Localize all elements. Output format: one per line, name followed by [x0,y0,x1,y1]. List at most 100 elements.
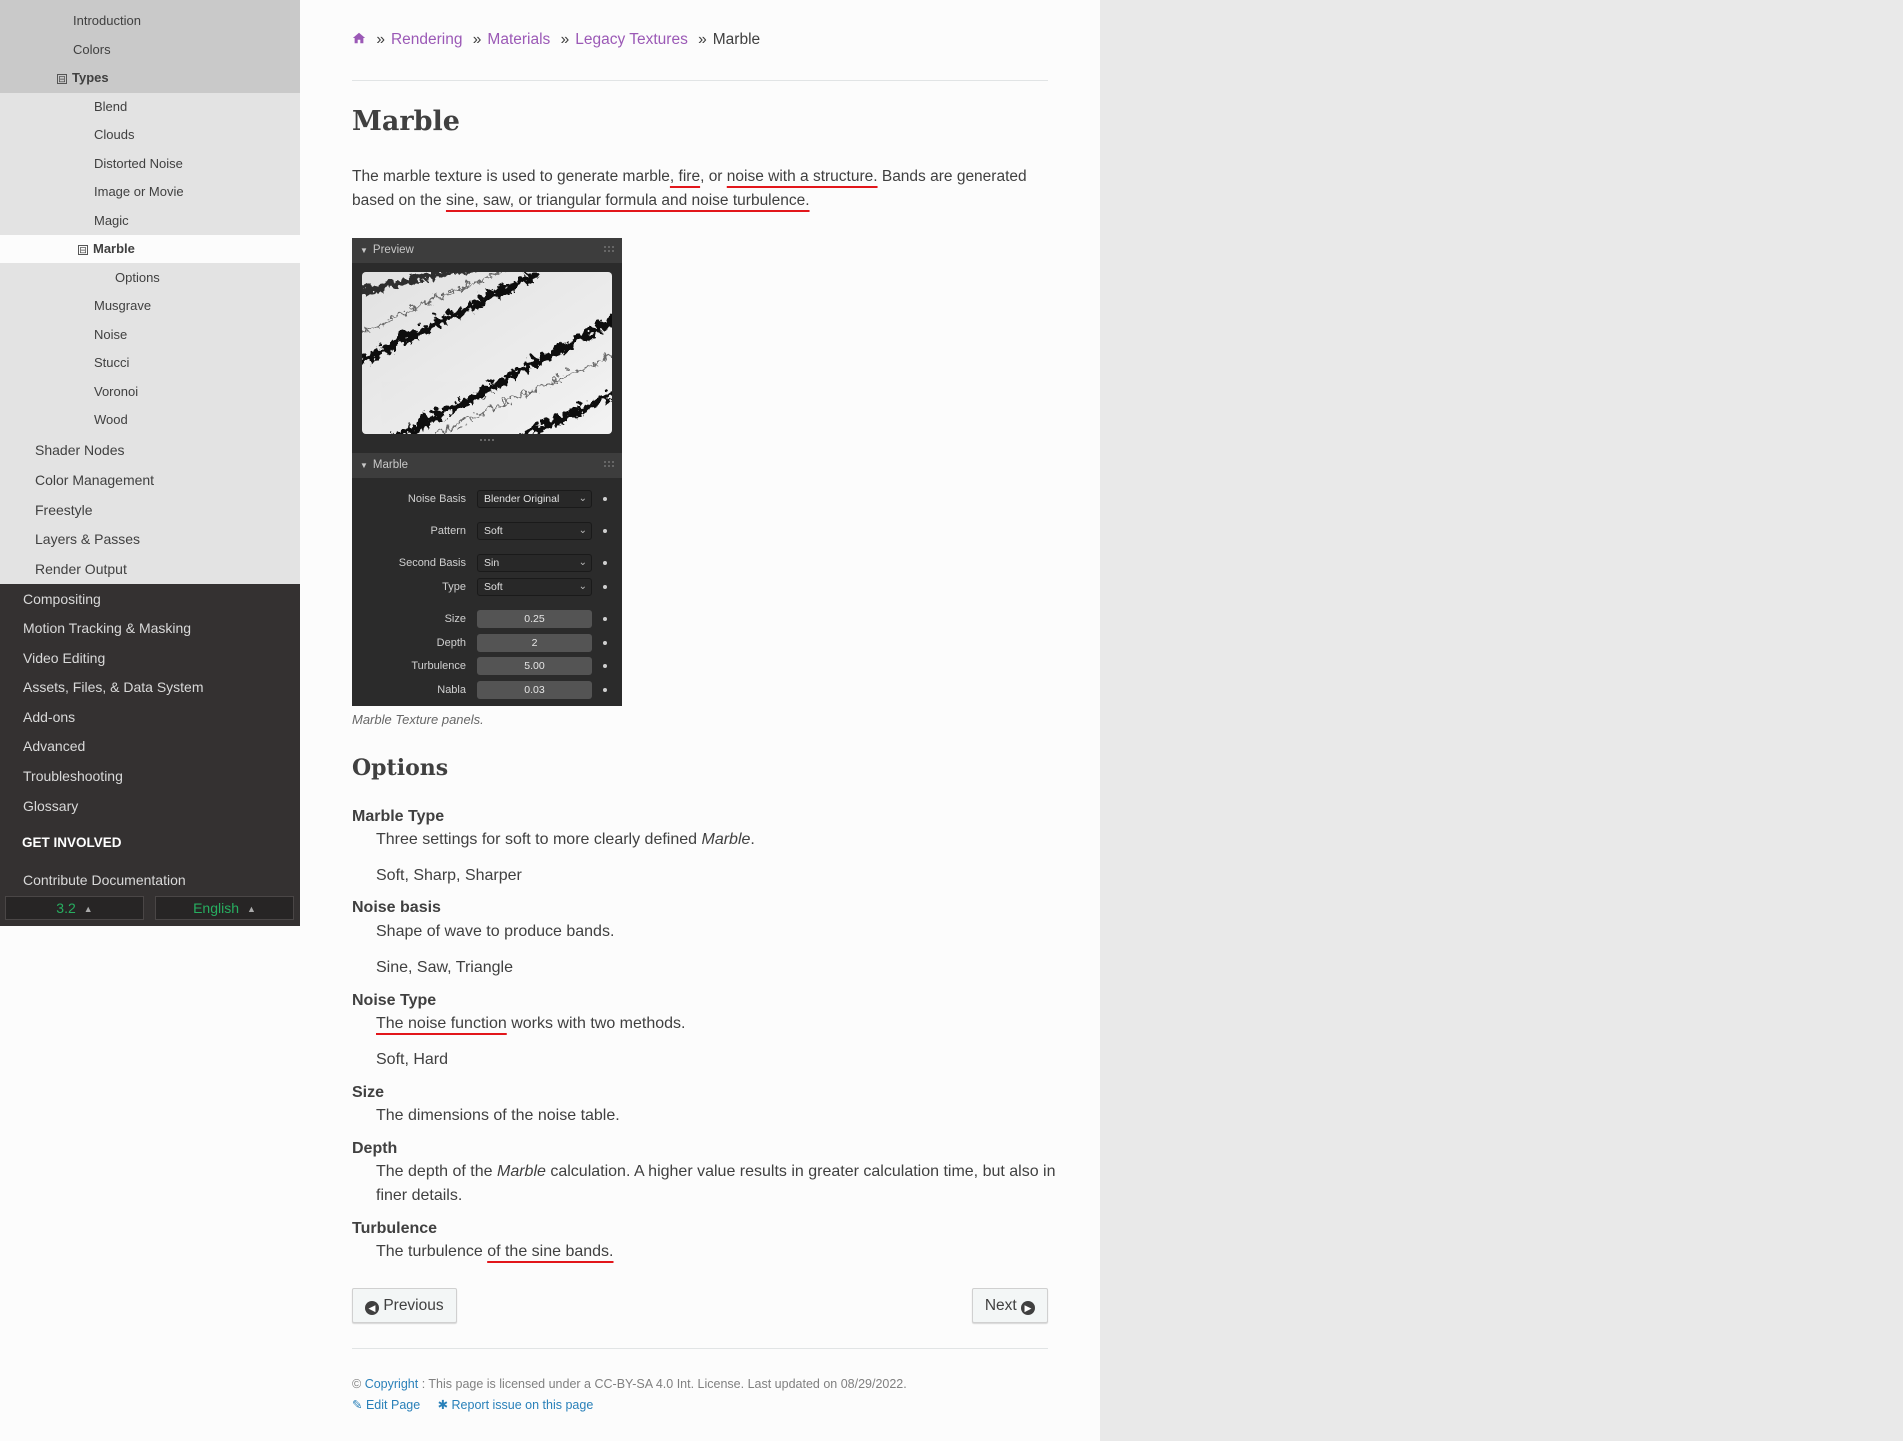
pattern-dropdown[interactable]: Soft ⌄ [477,522,592,540]
sidebar-item-freestyle[interactable]: Freestyle [0,496,300,524]
type-dropdown[interactable]: Soft ⌄ [477,578,592,596]
term-noise-type: Noise Type [352,992,437,1009]
type-label: Type [442,581,466,593]
sidebar-item-noise[interactable]: Noise [0,321,300,349]
sidebar-item-image-or-movie[interactable]: Image or Movie [0,178,300,206]
drag-grip-icon[interactable] [604,246,614,252]
term-noise-basis: Noise basis [352,899,441,916]
keyframe-dot-icon[interactable] [603,688,607,692]
edit-page-link[interactable]: ✎ Edit Page [352,1398,420,1412]
sidebar-item-color-management[interactable]: Color Management [0,466,300,494]
sidebar-item-distorted-noise[interactable]: Distorted Noise [0,150,300,178]
keyframe-dot-icon[interactable] [603,529,607,533]
drag-grip-icon[interactable] [604,461,614,467]
noise-basis-dropdown[interactable]: Blender Original ⌄ [477,490,592,508]
breadcrumb-current: Marble [712,31,761,48]
term-size: Size [352,1084,385,1101]
home-icon[interactable] [352,31,366,45]
sidebar-item-troubleshooting[interactable]: Troubleshooting [0,761,300,791]
sidebar-item-shader-nodes[interactable]: Shader Nodes [0,436,300,464]
page-background-gutter [1100,0,1903,1441]
keyframe-dot-icon[interactable] [603,641,607,645]
chevron-down-icon: ⌄ [578,581,587,592]
edit-icon: ✎ [352,1398,363,1412]
breadcrumb-rendering[interactable]: Rendering [391,31,463,48]
sidebar-item-marble-current[interactable]: ⊟ Marble [0,235,300,263]
marble-preview-image [362,272,612,434]
term-depth: Depth [352,1140,398,1157]
divider [352,80,1048,81]
sidebar-item-stucci[interactable]: Stucci [0,349,300,377]
breadcrumb-legacy-textures[interactable]: Legacy Textures [575,31,688,48]
collapse-triangle-icon: ▼ [360,246,368,255]
chevron-down-icon: ⌄ [578,493,587,504]
keyframe-dot-icon[interactable] [603,585,607,589]
second-basis-label: Second Basis [398,557,466,569]
sidebar-item-motion-tracking[interactable]: Motion Tracking & Masking [0,613,300,643]
sidebar-item-magic[interactable]: Magic [0,207,300,235]
sidebar-item-colors[interactable]: Colors [0,36,300,64]
values-marble-type: Soft, Sharp, Sharper [376,867,522,884]
next-button[interactable]: Next ▶ [971,1288,1048,1323]
sidebar-item-blend[interactable]: Blend [0,93,300,121]
sidebar-item-advanced[interactable]: Advanced [0,731,300,761]
sidebar-item-musgrave[interactable]: Musgrave [0,292,300,320]
values-noise-basis: Sine, Saw, Triangle [376,959,513,976]
keyframe-dot-icon[interactable] [603,497,607,501]
version-selector[interactable]: 3.2 ▲ [5,896,144,920]
sidebar-item-introduction[interactable]: Introduction [0,7,300,35]
collapse-icon[interactable]: ⊟ [78,245,88,255]
page-title: Marble [352,106,460,137]
sidebar-item-render-output[interactable]: Render Output [0,555,300,583]
sidebar-item-video-editing[interactable]: Video Editing [0,643,300,673]
marble-panel-header[interactable]: ▼ Marble [352,453,622,478]
intro-paragraph: The marble texture is used to generate m… [352,168,1027,209]
size-field[interactable]: 0.25 [477,610,592,628]
keyframe-dot-icon[interactable] [603,664,607,668]
desc-marble-type: Three settings for soft to more clearly … [376,831,755,848]
sidebar-item-types[interactable]: ⊟ Types [0,64,300,92]
sidebar-item-add-ons[interactable]: Add-ons [0,702,300,732]
turbulence-label: Turbulence [411,660,466,672]
sidebar-item-clouds[interactable]: Clouds [0,121,300,149]
chevron-down-icon: ⌄ [578,525,587,536]
sidebar-item-glossary[interactable]: Glossary [0,791,300,821]
report-issue-link[interactable]: ✱ Report issue on this page [438,1398,594,1412]
breadcrumb-materials[interactable]: Materials [487,31,550,48]
depth-field[interactable]: 2 [477,634,592,652]
desc-depth: The depth of the Marble calculation. A h… [376,1163,1056,1180]
desc-turbulence: The turbulence of the sine bands. [376,1243,614,1260]
pattern-label: Pattern [430,525,466,537]
footer-links: ✎ Edit Page ✱ Report issue on this page [352,1397,593,1412]
previous-button[interactable]: ◀ Previous [352,1288,457,1323]
figure-caption: Marble Texture panels. [352,712,484,727]
desc-noise-type: The noise function works with two method… [376,1015,686,1032]
collapse-icon[interactable]: ⊟ [57,74,67,84]
panel-resize-handle[interactable] [480,439,494,443]
keyframe-dot-icon[interactable] [603,617,607,621]
sidebar-item-assets-files[interactable]: Assets, Files, & Data System [0,672,300,702]
sidebar-item-contribute-documentation[interactable]: Contribute Documentation [0,865,300,895]
chevron-down-icon: ⌄ [578,557,587,568]
desc-noise-basis: Shape of wave to produce bands. [376,923,615,940]
sidebar-item-layers-passes[interactable]: Layers & Passes [0,525,300,553]
desc-size: The dimensions of the noise table. [376,1107,620,1124]
caret-up-icon: ▲ [247,904,256,914]
noise-basis-label: Noise Basis [407,493,466,505]
term-marble-type: Marble Type [352,808,445,825]
sidebar: Introduction Colors ⊟ Types Blend Clouds … [0,0,300,926]
language-selector[interactable]: English ▲ [155,896,294,920]
second-basis-dropdown[interactable]: Sin ⌄ [477,554,592,572]
copyright-link[interactable]: Copyright [365,1377,419,1391]
sidebar-item-compositing[interactable]: Compositing [0,584,300,614]
sidebar-item-voronoi[interactable]: Voronoi [0,378,300,406]
arrow-circle-left-icon: ◀ [365,1301,379,1315]
sidebar-item-options[interactable]: Options [0,264,300,292]
caret-up-icon: ▲ [83,904,93,914]
nabla-field[interactable]: 0.03 [477,681,592,699]
turbulence-field[interactable]: 5.00 [477,657,592,675]
preview-panel-header[interactable]: ▼ Preview [352,238,622,263]
keyframe-dot-icon[interactable] [603,561,607,565]
breadcrumb: » Rendering » Materials » Legacy Textures »… [352,31,760,49]
sidebar-item-wood[interactable]: Wood [0,406,300,434]
